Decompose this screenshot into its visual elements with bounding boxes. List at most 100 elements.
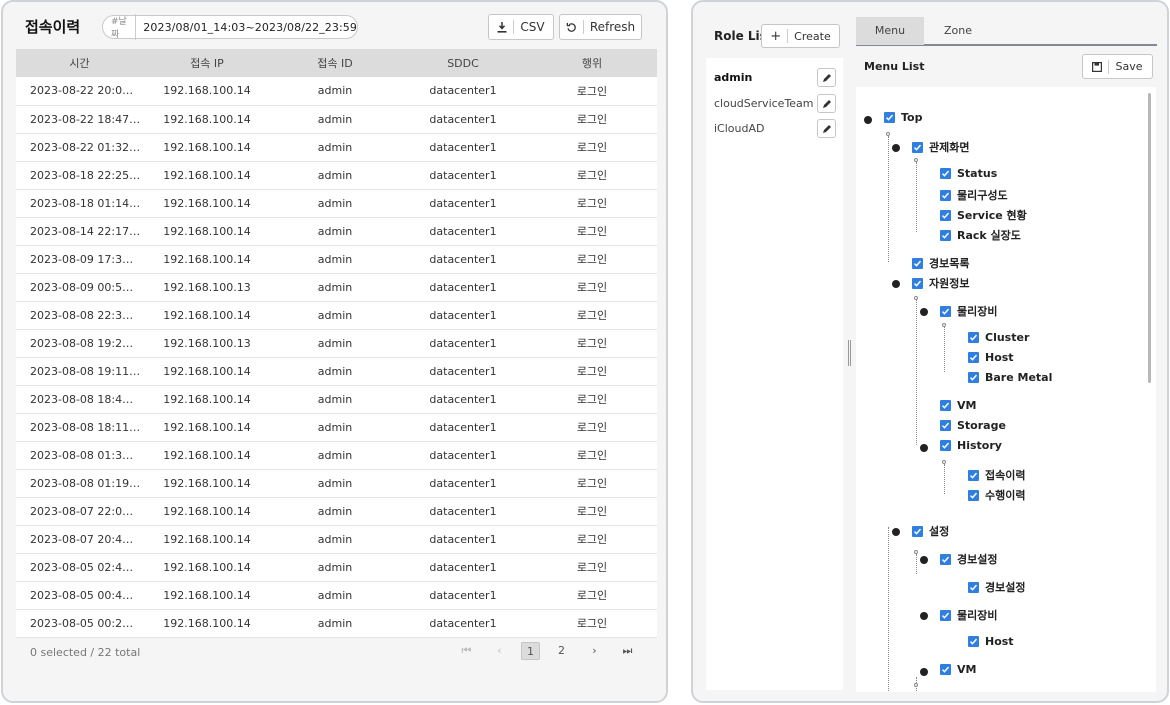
last-page-icon[interactable]: ⏭ — [616, 642, 639, 660]
column-header[interactable]: 행위 — [527, 49, 657, 77]
prev-page-icon[interactable]: ‹ — [488, 642, 511, 660]
table-row[interactable]: 2023-08-22 20:0… 192.168.100.14 admin datac… — [16, 77, 657, 106]
tree-node[interactable]: 자원정보 — [912, 275, 969, 291]
table-row[interactable]: 2023-08-07 20:4… 192.168.100.14 admin datac… — [16, 525, 657, 554]
column-header[interactable]: 접속 ID — [271, 49, 399, 77]
table-row[interactable]: 2023-08-09 00:5… 192.168.100.13 admin datac… — [16, 273, 657, 302]
tree-collapse-toggle-icon[interactable] — [920, 556, 928, 564]
tree-node[interactable]: Host — [968, 351, 1014, 364]
checkbox-checked-icon[interactable] — [968, 372, 979, 383]
table-row[interactable]: 2023-08-22 01:32… 192.168.100.14 admin data… — [16, 133, 657, 162]
table-row[interactable]: 2023-08-18 01:14:… 192.168.100.14 admin dat… — [16, 189, 657, 218]
checkbox-checked-icon[interactable] — [940, 305, 951, 317]
next-page-icon[interactable]: › — [583, 642, 606, 660]
tree-collapse-toggle-icon[interactable] — [864, 116, 872, 124]
tree-node[interactable]: History — [940, 439, 1002, 452]
tree-node[interactable]: VM — [940, 663, 976, 676]
checkbox-checked-icon[interactable] — [940, 609, 951, 621]
table-row[interactable]: 2023-08-08 19:2… 192.168.100.13 admin datac… — [16, 329, 657, 358]
edit-role-admin-button[interactable] — [817, 68, 836, 87]
table-row[interactable]: 2023-08-08 18:4… 192.168.100.14 admin datac… — [16, 385, 657, 414]
edit-role-icloudad-button[interactable] — [817, 119, 836, 138]
role-item-admin[interactable]: admin — [714, 71, 752, 84]
checkbox-checked-icon[interactable] — [968, 332, 979, 343]
date-range-filter[interactable]: #날짜 2023/08/01_14:03~2023/08/22_23:59 — [102, 14, 358, 40]
role-item-icloudad[interactable]: iCloudAD — [714, 122, 764, 135]
table-row[interactable]: 2023-08-08 01:3… 192.168.100.14 admin datac… — [16, 441, 657, 470]
checkbox-checked-icon[interactable] — [968, 581, 979, 593]
tree-node[interactable]: Status — [940, 167, 997, 180]
tree-node[interactable]: Storage — [940, 419, 1006, 432]
tree-collapse-toggle-icon[interactable] — [920, 612, 928, 620]
checkbox-checked-icon[interactable] — [940, 553, 951, 565]
table-row[interactable]: 2023-08-14 22:17… 192.168.100.14 admin data… — [16, 217, 657, 246]
checkbox-checked-icon[interactable] — [940, 664, 951, 675]
tree-node[interactable]: VM — [968, 691, 1004, 692]
column-header[interactable]: SDDC — [399, 49, 527, 77]
table-row[interactable]: 2023-08-08 19:11:… 192.168.100.14 admin dat… — [16, 357, 657, 386]
refresh-button[interactable]: Refresh — [559, 14, 642, 40]
tree-node[interactable]: 관제화면 — [912, 139, 969, 155]
tab-zone[interactable]: Zone — [924, 17, 992, 45]
tab-menu[interactable]: Menu — [856, 17, 924, 45]
checkbox-checked-icon[interactable] — [912, 257, 923, 269]
table-row[interactable]: 2023-08-05 00:2… 192.168.100.14 admin datac… — [16, 609, 657, 638]
checkbox-checked-icon[interactable] — [940, 168, 951, 179]
tree-node[interactable]: Cluster — [968, 331, 1029, 344]
table-row[interactable]: 2023-08-08 18:11:… 192.168.100.14 admin dat… — [16, 413, 657, 442]
checkbox-checked-icon[interactable] — [940, 440, 951, 451]
table-row[interactable]: 2023-08-07 22:0… 192.168.100.14 admin datac… — [16, 497, 657, 526]
role-item-cloudserviceteam[interactable]: cloudServiceTeam — [714, 97, 814, 110]
tree-node[interactable]: 물리장비 — [940, 303, 997, 319]
tree-node[interactable]: Rack 실장도 — [940, 227, 1021, 243]
tree-node[interactable]: 물리장비 — [940, 607, 997, 623]
tree-collapse-toggle-icon[interactable] — [892, 144, 900, 152]
tree-collapse-toggle-icon[interactable] — [892, 280, 900, 288]
first-page-icon[interactable]: ⏮ — [455, 642, 478, 660]
tree-node[interactable]: Host — [968, 635, 1014, 648]
checkbox-checked-icon[interactable] — [912, 141, 923, 153]
checkbox-checked-icon[interactable] — [940, 420, 951, 431]
tree-node[interactable]: Bare Metal — [968, 371, 1052, 384]
checkbox-checked-icon[interactable] — [912, 525, 923, 537]
tree-node[interactable]: VM — [940, 399, 976, 412]
checkbox-checked-icon[interactable] — [968, 352, 979, 363]
tree-node[interactable]: Service 현황 — [940, 207, 1027, 223]
tree-scrollbar[interactable] — [1148, 93, 1151, 383]
table-row[interactable]: 2023-08-18 22:25… 192.168.100.14 admin data… — [16, 161, 657, 190]
table-row[interactable]: 2023-08-22 18:47… 192.168.100.14 admin data… — [16, 105, 657, 134]
table-row[interactable]: 2023-08-08 01:19… 192.168.100.14 admin data… — [16, 469, 657, 498]
checkbox-checked-icon[interactable] — [940, 189, 951, 201]
column-header[interactable]: 접속 IP — [143, 49, 271, 77]
tree-collapse-toggle-icon[interactable] — [920, 668, 928, 676]
page-1-button[interactable]: 1 — [521, 642, 540, 660]
table-row[interactable]: 2023-08-09 17:3… 192.168.100.14 admin datac… — [16, 245, 657, 274]
tree-collapse-toggle-icon[interactable] — [892, 528, 900, 536]
tree-node[interactable]: Top — [884, 111, 922, 124]
table-row[interactable]: 2023-08-05 00:4… 192.168.100.14 admin datac… — [16, 581, 657, 610]
tree-node[interactable]: 경보목록 — [912, 255, 969, 271]
tree-node[interactable]: 물리구성도 — [940, 187, 1008, 203]
table-row[interactable]: 2023-08-08 22:3… 192.168.100.14 admin datac… — [16, 301, 657, 330]
column-header[interactable]: 시간 — [16, 49, 143, 77]
csv-download-button[interactable]: CSV — [488, 14, 554, 40]
tree-node[interactable]: 수행이력 — [968, 487, 1025, 503]
checkbox-checked-icon[interactable] — [912, 277, 923, 289]
tree-node[interactable]: 설정 — [912, 523, 949, 539]
checkbox-checked-icon[interactable] — [940, 209, 951, 221]
panel-resize-handle[interactable] — [848, 340, 851, 366]
tree-node[interactable]: 접속이력 — [968, 467, 1025, 483]
tree-node[interactable]: 경보설정 — [968, 579, 1025, 595]
checkbox-checked-icon[interactable] — [968, 489, 979, 501]
save-button[interactable]: Save — [1082, 54, 1153, 79]
checkbox-checked-icon[interactable] — [940, 229, 951, 241]
checkbox-checked-icon[interactable] — [884, 112, 895, 123]
tree-collapse-toggle-icon[interactable] — [920, 444, 928, 452]
create-role-button[interactable]: + Create — [761, 24, 840, 48]
checkbox-checked-icon[interactable] — [940, 400, 951, 411]
edit-role-cloudserviceteam-button[interactable] — [817, 94, 836, 113]
tree-collapse-toggle-icon[interactable] — [920, 308, 928, 316]
table-row[interactable]: 2023-08-05 02:4… 192.168.100.14 admin datac… — [16, 553, 657, 582]
checkbox-checked-icon[interactable] — [968, 469, 979, 481]
tree-node[interactable]: 경보설정 — [940, 551, 997, 567]
